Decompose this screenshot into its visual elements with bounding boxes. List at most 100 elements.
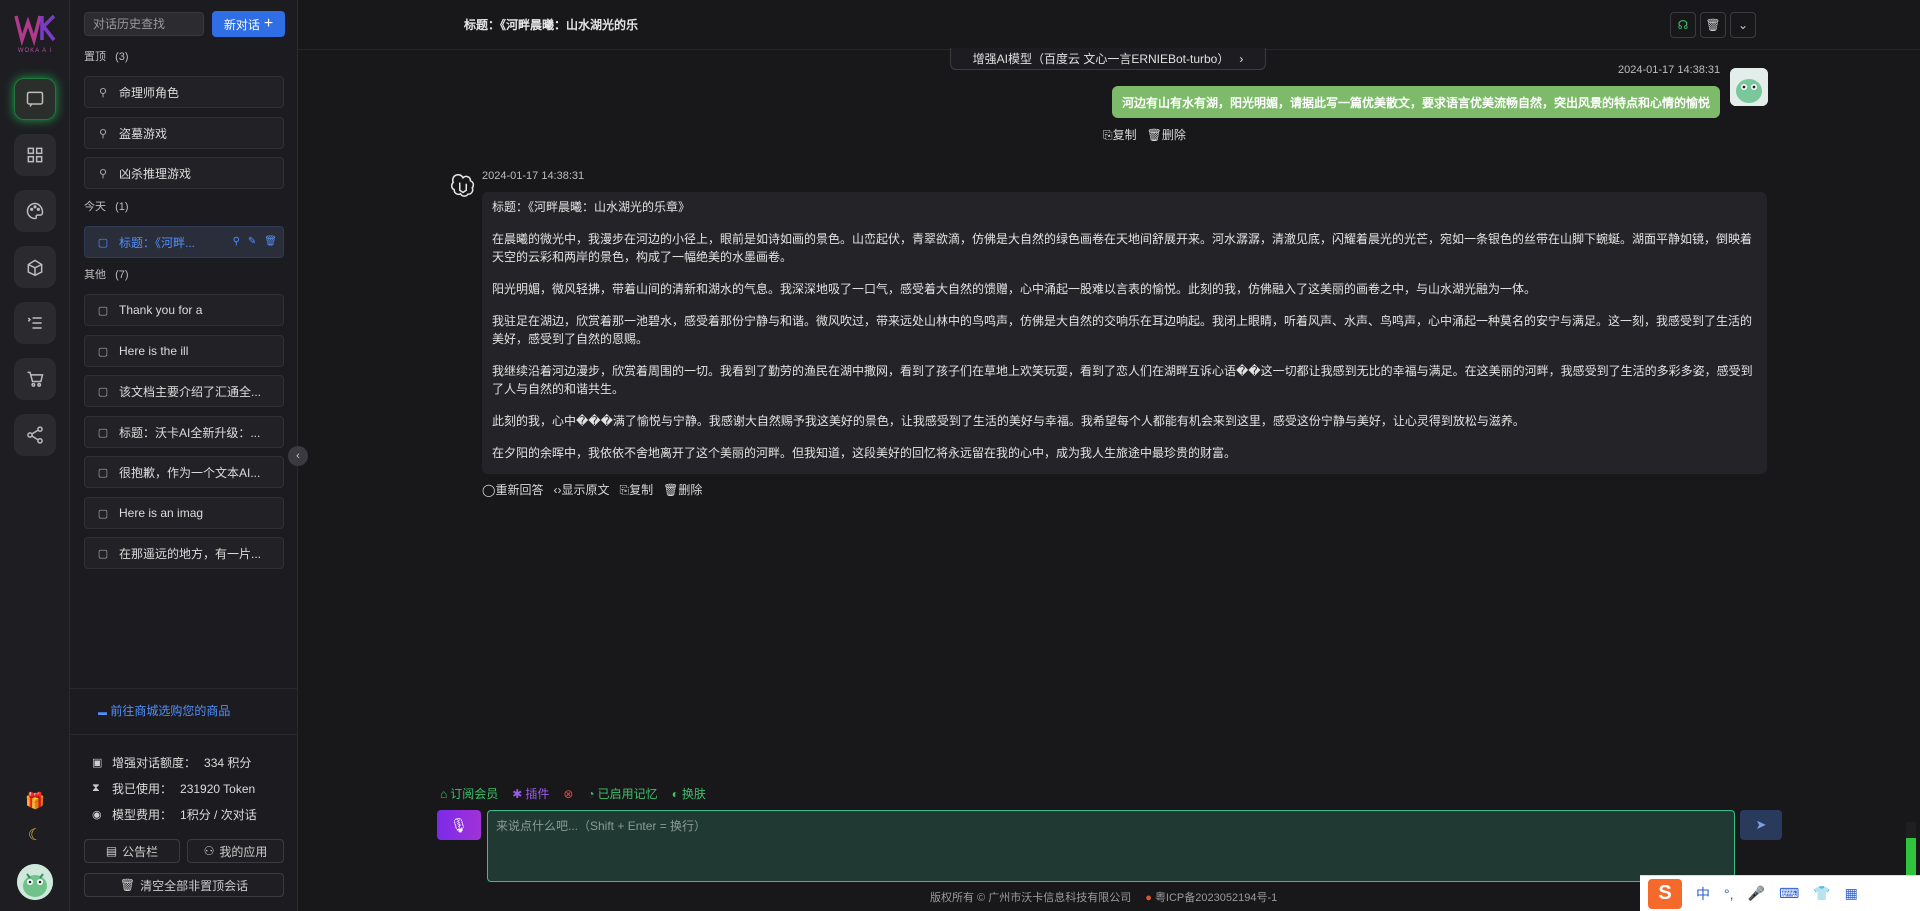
- theme-button[interactable]: ◐ 换肤: [672, 785, 706, 802]
- pinned-group-label: 置顶 (3): [84, 48, 129, 64]
- cart-icon: [27, 371, 44, 387]
- bot-paragraph: 我继续沿着河边漫步，欣赏着周围的一切。我看到了勤劳的渔民在湖中撒网，看到了孩子们…: [492, 364, 1753, 396]
- ime-punctuation[interactable]: °,: [1724, 886, 1734, 902]
- trash-icon[interactable]: 🗑: [264, 236, 277, 247]
- bot-paragraph: 在夕阳的余晖中，我依依不舍地离开了这个美丽的河畔。但我知道，这段美好的回忆将永远…: [492, 446, 1237, 460]
- conversation-item[interactable]: ▢ 标题：沃卡AI全新升级：...: [84, 416, 284, 448]
- memory-button[interactable]: ◔ 已启用记忆: [587, 785, 657, 802]
- collapse-sidebar-button[interactable]: ‹: [288, 446, 308, 466]
- pinned-count: (3): [115, 51, 129, 63]
- chat-bubble-icon: ▢: [97, 466, 109, 479]
- voice-input-button[interactable]: 🎙: [437, 810, 481, 840]
- delete-button[interactable]: 🗑删除: [1147, 126, 1186, 143]
- pinned-conversation[interactable]: ⚲ 盗墓游戏: [84, 117, 284, 149]
- icp-link[interactable]: ● 粤ICP备2023052194号-1: [1145, 889, 1277, 905]
- my-apps-button[interactable]: ⚇ 我的应用: [187, 839, 284, 863]
- nav-list[interactable]: [14, 302, 56, 344]
- user-message-time: 2024-01-17 14:38:31: [1618, 64, 1721, 76]
- clear-conversations-button[interactable]: 🗑 清空全部非置顶会话: [84, 873, 284, 897]
- gift-icon[interactable]: 🎁: [24, 790, 46, 812]
- conversation-item[interactable]: ▢ 该文档主要介绍了汇通全...: [84, 375, 284, 407]
- list-icon: [27, 317, 42, 329]
- pinned-conversation[interactable]: ⚲ 凶杀推理游戏: [84, 157, 284, 189]
- chat-icon: [26, 91, 44, 107]
- shop-link[interactable]: ▬ 前往商城选购您的商品: [98, 702, 230, 719]
- moon-icon[interactable]: ☾: [24, 824, 46, 846]
- conversation-tools: ⚲ ✎ 🗑: [233, 236, 277, 247]
- microphone-icon[interactable]: 🎤: [1748, 885, 1765, 902]
- history-search-input[interactable]: [84, 12, 204, 36]
- apps-label: 我的应用: [219, 844, 268, 859]
- conversation-item[interactable]: ▢ 很抱歉，作为一个文本AI...: [84, 456, 284, 488]
- avatar-image: [17, 864, 53, 900]
- tag-icon: ⌂: [440, 786, 448, 801]
- copyright-text: 版权所有 © 广州市沃卡信息科技有限公司: [930, 892, 1132, 904]
- brand-logo[interactable]: WOKA A I: [12, 10, 58, 56]
- nav-box[interactable]: [14, 246, 56, 288]
- clear-chat-button[interactable]: 🗑: [1700, 12, 1726, 38]
- regenerate-button[interactable]: ◯重新回答: [482, 481, 543, 498]
- dice-button[interactable]: ⊗: [563, 785, 573, 802]
- copy-button[interactable]: ⎘复制: [619, 481, 653, 498]
- shirt-icon[interactable]: 👕: [1813, 885, 1830, 902]
- bot-message: 标题：《河畔晨曦：山水湖光的乐章》 在晨曦的微光中，我漫步在河边的小径上，眼前是…: [482, 192, 1767, 474]
- show-source-button[interactable]: ‹›显示原文: [553, 481, 609, 498]
- conversation-title: Here is an imag: [119, 506, 204, 520]
- clear-label: 清空全部非置顶会话: [140, 878, 249, 893]
- delete-label: 删除: [1161, 128, 1186, 142]
- quota-value: 334 积分: [204, 756, 252, 770]
- conversation-title: 该文档主要介绍了汇通全...: [119, 384, 262, 399]
- ime-toolbar: S 中 °, 🎤 ⌨ 👕 ▦: [1640, 875, 1920, 911]
- chat-bubble-icon: ▢: [97, 426, 109, 439]
- dice-icon: ⊗: [563, 786, 574, 801]
- conversation-item[interactable]: ▢ Thank you for a: [84, 294, 284, 326]
- grid-icon[interactable]: ▦: [1845, 885, 1858, 902]
- usage-stat: ⧗ 我已使用： 231920 Token: [92, 780, 255, 797]
- quota-stat: ▣ 增强对话额度： 334 积分: [92, 754, 251, 771]
- copy-button[interactable]: ⎘复制: [1103, 126, 1137, 143]
- new-chat-button[interactable]: 新对话 +: [212, 11, 285, 37]
- user-avatar[interactable]: [17, 864, 53, 900]
- conversation-item[interactable]: ▢ Here is the ill: [84, 335, 284, 367]
- send-button[interactable]: ➤: [1740, 810, 1782, 840]
- notice-button[interactable]: ▤ 公告栏: [84, 839, 180, 863]
- pin-icon: ⚲: [98, 127, 108, 140]
- model-name: 增强AI模型（百度云 文心一言ERNIEBot-turbo）: [972, 52, 1230, 66]
- conversation-title: 标题：沃卡AI全新升级：...: [119, 425, 261, 440]
- chat-bubble-icon: ▢: [97, 345, 109, 358]
- pin-icon[interactable]: ⚲: [233, 236, 240, 247]
- nav-chat[interactable]: [14, 78, 56, 120]
- subscribe-button[interactable]: ⌂ 订阅会员: [440, 785, 498, 802]
- copy-label: 复制: [1112, 128, 1137, 142]
- plugin-button[interactable]: ✱ 插件: [512, 785, 549, 802]
- icon-rail: WOKA A I 🎁 ☾: [0, 0, 70, 911]
- message-input[interactable]: [487, 810, 1735, 882]
- keyboard-icon[interactable]: ⌨: [1779, 885, 1799, 902]
- pinned-label-text: 置顶: [84, 51, 106, 63]
- page-footer: 版权所有 © 广州市沃卡信息科技有限公司 ● 粤ICP备2023052194号-…: [930, 889, 1277, 905]
- chat-bubble-icon: ▢: [97, 507, 109, 520]
- delete-button[interactable]: 🗑删除: [663, 481, 702, 498]
- regenerate-label: 重新回答: [495, 483, 544, 497]
- more-button[interactable]: ⌄: [1730, 12, 1756, 38]
- pinned-conversation[interactable]: ⚲ 命理师角色: [84, 76, 284, 108]
- plus-icon: +: [263, 15, 274, 32]
- ime-language[interactable]: 中: [1696, 884, 1710, 904]
- toggle-icon: ◐: [671, 786, 679, 801]
- logo-mark: [14, 14, 56, 47]
- nav-share[interactable]: [14, 414, 56, 456]
- active-conversation[interactable]: ▢ 标题：《河畔... ⚲ ✎ 🗑: [84, 226, 284, 258]
- nav-shop[interactable]: [14, 358, 56, 400]
- ime-logo[interactable]: S: [1648, 878, 1682, 909]
- headset-button[interactable]: ☊: [1670, 12, 1696, 38]
- nav-draw[interactable]: [14, 190, 56, 232]
- used-label: 我已使用：: [112, 782, 173, 796]
- memory-icon: ◔: [587, 786, 595, 801]
- used-value: 231920 Token: [180, 781, 256, 796]
- conversation-item[interactable]: ▢ 在那遥远的地方，有一片...: [84, 537, 284, 569]
- nav-apps[interactable]: [14, 134, 56, 176]
- edit-icon[interactable]: ✎: [248, 236, 256, 247]
- conversation-item[interactable]: ▢ Here is an imag: [84, 497, 284, 529]
- pin-icon: ⚲: [98, 167, 108, 180]
- model-selector[interactable]: 增强AI模型（百度云 文心一言ERNIEBot-turbo） ›: [950, 48, 1266, 70]
